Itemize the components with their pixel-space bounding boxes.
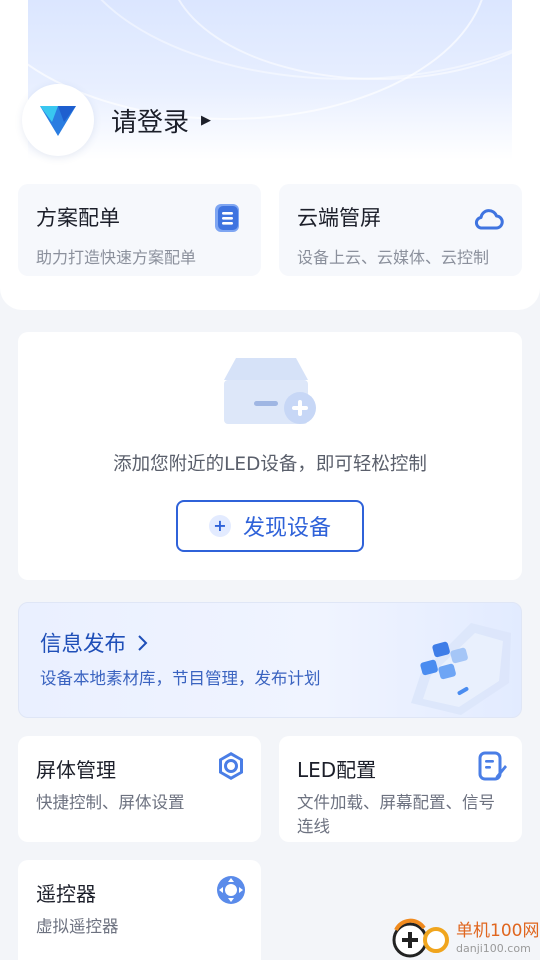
device-hint: 添加您附近的LED设备，即可轻松控制 <box>113 454 427 475</box>
device-card: 添加您附近的LED设备，即可轻松控制 + 发现设备 <box>18 332 522 580</box>
card-title: 遥控器 <box>36 882 96 906</box>
publish-title: 信息发布 <box>40 632 127 657</box>
screen-management-card[interactable]: 屏体管理 快捷控制、屏体设置 <box>18 736 261 842</box>
login-link[interactable]: 请登录 ▶ <box>111 100 211 140</box>
card-subtitle: 文件加载、屏幕配置、信号连线 <box>297 793 495 836</box>
avatar[interactable] <box>22 84 94 156</box>
cloud-icon <box>474 209 504 230</box>
card-title: LED配置 <box>297 758 377 782</box>
feature-subtitle: 助力打造快速方案配单 <box>36 248 197 267</box>
header-banner <box>28 0 512 160</box>
discover-label: 发现设备 <box>242 516 331 541</box>
watermark-name: 单机100网 <box>456 920 540 941</box>
app-logo-icon <box>40 106 76 136</box>
document-icon <box>215 204 239 232</box>
remote-control-card[interactable]: 遥控器 虚拟遥控器 <box>18 860 261 960</box>
card-subtitle: 快捷控制、屏体设置 <box>36 793 185 812</box>
header-card: 请登录 ▶ 方案配单 助力打造快速方案配单 云端管屏 设备上云、云媒体、云控制 <box>0 0 540 310</box>
remote-control-icon <box>217 876 245 904</box>
caret-right-icon: ▶ <box>201 112 212 128</box>
publish-card[interactable]: 信息发布 设备本地素材库，节目管理，发布计划 <box>18 602 522 718</box>
plus-icon: + <box>208 515 231 537</box>
feature-subtitle: 设备上云、云媒体、云控制 <box>297 248 490 267</box>
publish-title-row: 信息发布 <box>40 627 148 658</box>
discover-device-button[interactable]: + 发现设备 <box>176 500 364 552</box>
edit-document-icon <box>478 751 507 781</box>
chevron-right-icon <box>138 634 148 651</box>
watermark-logo-icon <box>392 918 449 958</box>
feature-cloud-screen[interactable]: 云端管屏 设备上云、云媒体、云控制 <box>279 184 522 276</box>
watermark-url: danji100.com <box>456 941 531 955</box>
add-device-box-icon <box>224 358 316 424</box>
card-subtitle: 虚拟遥控器 <box>36 917 119 936</box>
led-config-card[interactable]: LED配置 文件加载、屏幕配置、信号连线 <box>279 736 522 842</box>
login-label: 请登录 <box>111 107 190 138</box>
publish-subtitle: 设备本地素材库，节目管理，发布计划 <box>40 669 321 688</box>
card-title: 屏体管理 <box>36 758 116 782</box>
hexagon-icon <box>219 752 243 780</box>
watermark: 单机100网 danji100.com <box>390 916 540 960</box>
publish-illustration <box>411 623 511 715</box>
feature-solution-order[interactable]: 方案配单 助力打造快速方案配单 <box>18 184 261 276</box>
